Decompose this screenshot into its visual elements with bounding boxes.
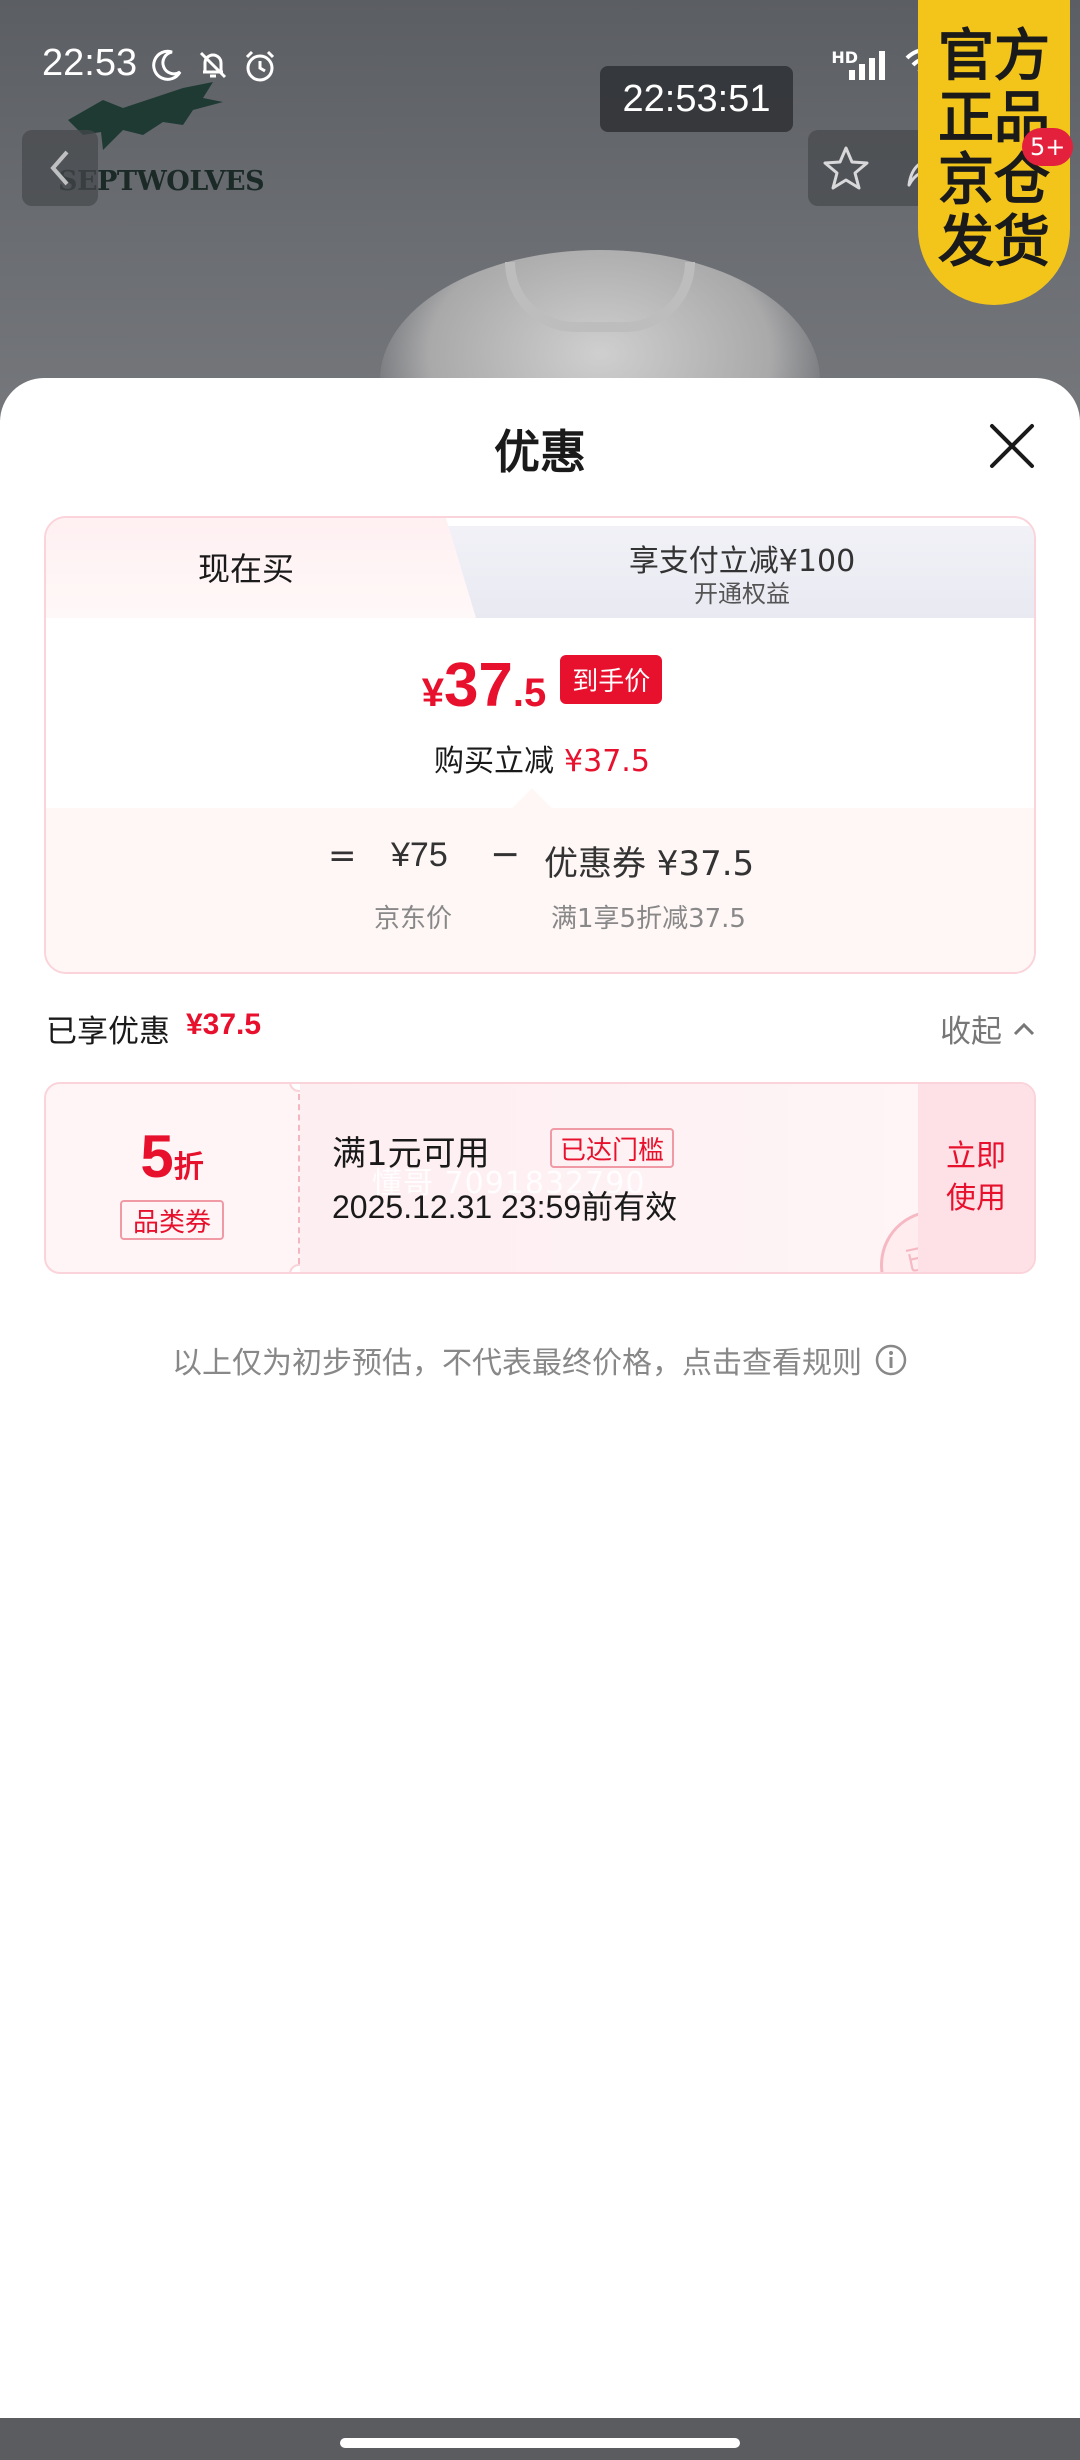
status-icons xyxy=(150,48,278,84)
tab-buy-now-label[interactable]: 现在买 xyxy=(46,544,446,590)
coupon-type-label: 品类券 xyxy=(120,1200,224,1240)
home-indicator[interactable] xyxy=(340,2438,740,2448)
coupon-discount-block: 5折 品类券 xyxy=(46,1084,298,1272)
final-price: ¥37.5 到手价 xyxy=(46,650,1034,721)
coupon-discount-value: 5 xyxy=(140,1123,174,1190)
coupon-discount: 5折 xyxy=(46,1122,298,1191)
product-page-background: SEPTWOLVES 22:53 HD 77 22:53:51 xyxy=(0,0,1080,420)
coupon-rule-label: 满1享5折减37.5 xyxy=(551,904,746,934)
collapse-button[interactable]: 收起 xyxy=(940,1006,1036,1051)
close-icon xyxy=(990,424,1034,468)
signal-icon xyxy=(847,48,893,80)
coupon-deduction: 优惠券 ¥37.5 xyxy=(544,844,755,884)
disclaimer-text: 以上仅为初步预估，不代表最终价格，点击查看规则 xyxy=(172,1346,862,1381)
purchase-tabs: 享支付立减¥100 开通权益 现在买 xyxy=(46,518,1034,618)
cart-count-badge[interactable]: 5+ xyxy=(1022,128,1074,166)
tab-payment-discount-subtitle[interactable]: 开通权益 xyxy=(446,574,1034,609)
enjoyed-discount-value: ¥37.5 xyxy=(186,1008,262,1041)
coupon-card: 5折 品类券 满1元可用 已达门槛 2025.12.31 23:59前有效 懂哥… xyxy=(44,1082,1036,1274)
price-decimal: .5 xyxy=(512,671,547,715)
price-breakdown: = ¥75 − 优惠券 ¥37.5 京东价 满1享5折减37.5 xyxy=(46,788,1034,972)
currency-symbol: ¥ xyxy=(421,671,444,715)
favorite-button[interactable] xyxy=(818,140,874,196)
instant-reduction-label: 购买立减 xyxy=(434,744,555,779)
status-time: 22:53 xyxy=(42,42,138,84)
close-button[interactable] xyxy=(984,418,1040,474)
jd-price-value: ¥75 xyxy=(391,836,448,874)
instant-reduction: 购买立减 ¥37.5 xyxy=(46,736,1034,780)
discount-sheet: 优惠 享支付立减¥100 开通权益 现在买 ¥37.5 到手价 购买立减 ¥37.… xyxy=(0,378,1080,2418)
instant-reduction-value: ¥37.5 xyxy=(564,744,650,779)
final-price-tag: 到手价 xyxy=(560,655,663,704)
alarm-icon xyxy=(242,48,278,84)
price-integer: 37 xyxy=(443,651,513,720)
chevron-up-icon xyxy=(1013,1022,1035,1035)
moon-icon xyxy=(150,48,184,84)
minus-sign: − xyxy=(490,834,521,875)
badge-line: 官方 xyxy=(938,24,1050,89)
estimate-disclaimer[interactable]: 以上仅为初步预估，不代表最终价格，点击查看规则 xyxy=(0,1338,1080,1382)
enjoyed-discount-label: 已享优惠 xyxy=(46,1014,170,1050)
final-price-value: ¥37.5 xyxy=(422,650,547,721)
info-icon xyxy=(875,1344,907,1376)
chevron-left-icon xyxy=(50,150,69,186)
jd-price-label: 京东价 xyxy=(374,904,453,934)
bell-off-icon xyxy=(196,48,230,84)
price-area: ¥37.5 到手价 购买立减 ¥37.5 xyxy=(46,618,1034,808)
sheet-title: 优惠 xyxy=(494,425,586,479)
collapse-label: 收起 xyxy=(940,1014,1002,1050)
back-button[interactable] xyxy=(22,130,98,206)
star-icon xyxy=(823,146,869,190)
use-now-label: 立即使用 xyxy=(946,1139,1006,1216)
equals-sign: = xyxy=(328,836,357,876)
badge-line: 发货 xyxy=(938,210,1050,275)
enjoyed-discount-row: 已享优惠 ¥37.5 收起 xyxy=(46,1006,1036,1056)
coupon-discount-unit: 折 xyxy=(173,1150,204,1185)
use-now-button[interactable]: 立即使用 xyxy=(918,1084,1034,1272)
user-watermark: 懂哥 7091832790 xyxy=(372,1166,646,1201)
clock-overlay: 22:53:51 xyxy=(600,66,793,132)
price-card: 享支付立减¥100 开通权益 现在买 ¥37.5 到手价 购买立减 ¥37.5 =… xyxy=(44,516,1036,974)
coupon-details: 满1元可用 已达门槛 2025.12.31 23:59前有效 懂哥 709183… xyxy=(300,1084,1001,1272)
